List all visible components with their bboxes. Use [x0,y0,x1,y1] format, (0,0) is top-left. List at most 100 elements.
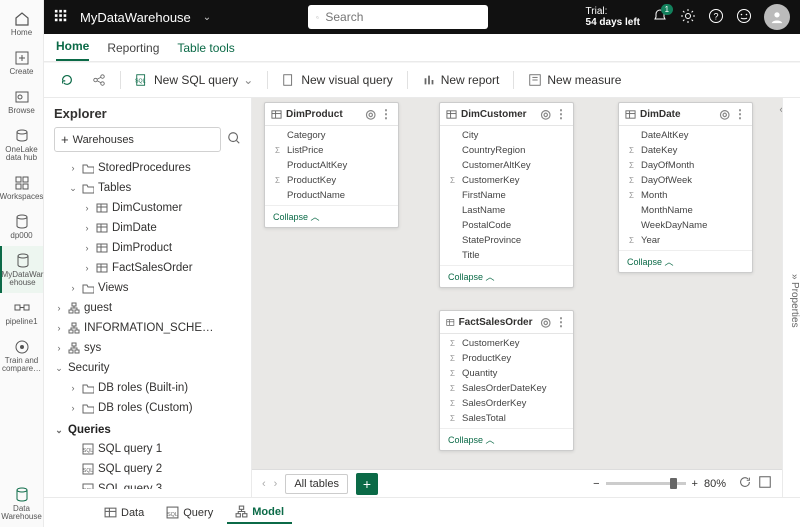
waffle-icon[interactable] [54,9,68,26]
nav-dp-[interactable]: dp000 [0,207,43,246]
new-visual-query-button[interactable]: New visual query [276,69,398,91]
notifications-icon[interactable]: 1 [652,8,668,27]
field[interactable]: Title [440,248,573,263]
chevron-down-icon[interactable]: ⌄ [203,12,211,23]
field[interactable]: ΣSalesOrderKey [440,396,573,411]
tree-dimcustomer[interactable]: ›DimCustomer [54,198,241,218]
field[interactable]: LastName [440,203,573,218]
view-tab-query[interactable]: SQLQuery [158,501,221,524]
field[interactable]: ΣMonth [619,188,752,203]
field[interactable]: ΣSalesOrderDateKey [440,381,573,396]
help-icon[interactable]: ? [708,8,724,27]
field[interactable]: ProductName [265,188,398,203]
settings-icon[interactable] [680,8,696,27]
nav-create[interactable]: Create [0,43,43,82]
refresh-button[interactable] [54,69,80,91]
collapse-button[interactable]: Collapse ︿ [265,205,398,227]
field[interactable]: ΣQuantity [440,366,573,381]
search-input[interactable] [325,10,480,24]
tree-queries-header[interactable]: ⌄Queries [54,418,241,439]
card-header[interactable]: FactSalesOrder◎⋮ [440,311,573,334]
add-tab-button[interactable]: + [356,473,378,495]
tree-views[interactable]: ›Views [54,278,241,298]
new-sql-query-button[interactable]: SQLNew SQL query ⌄ [129,69,259,91]
tree-sys[interactable]: ›sys [54,338,241,358]
search-box[interactable] [308,5,488,29]
nav-data-warehouse[interactable]: Data Warehouse [0,480,43,527]
chevron-left-icon[interactable]: ‹ [779,104,782,116]
tab-home[interactable]: Home [56,33,89,61]
tree-information-sche-[interactable]: ›INFORMATION_SCHE… [54,318,241,338]
new-measure-button[interactable]: New measure [522,69,627,91]
next-page-button[interactable]: › [274,478,278,490]
nav-home[interactable]: Home [0,4,43,43]
nav-mydatawar-ehouse[interactable]: MyDataWar ehouse [0,246,43,293]
nav-pipeline-[interactable]: pipeline1 [0,293,43,332]
table-card-factsalesorder[interactable]: FactSalesOrder◎⋮ΣCustomerKeyΣProductKeyΣ… [439,310,574,451]
field[interactable]: DateAltKey [619,128,752,143]
field[interactable]: CustomerAltKey [440,158,573,173]
share-button[interactable] [86,69,112,91]
user-avatar[interactable] [764,4,790,30]
collapse-button[interactable]: Collapse ︿ [440,428,573,450]
nav-workspaces[interactable]: Workspaces [0,168,43,207]
tree-dimdate[interactable]: ›DimDate [54,218,241,238]
field[interactable]: ΣProductKey [265,173,398,188]
workspace-title[interactable]: MyDataWarehouse [80,10,191,25]
field[interactable]: ΣDateKey [619,143,752,158]
tree-dimproduct[interactable]: ›DimProduct [54,238,241,258]
nav-onelake-data-hub[interactable]: OneLake data hub [0,121,43,168]
field[interactable]: ΣProductKey [440,351,573,366]
field[interactable]: MonthName [619,203,752,218]
field[interactable]: PostalCode [440,218,573,233]
field[interactable]: ProductAltKey [265,158,398,173]
eye-icon[interactable]: ◎ [541,108,551,120]
collapse-button[interactable]: Collapse ︿ [440,265,573,287]
eye-icon[interactable]: ◎ [720,108,730,120]
tree-storedprocedures[interactable]: ›StoredProcedures [54,158,241,178]
new-report-button[interactable]: New report [416,69,506,91]
eye-icon[interactable]: ◎ [541,316,551,328]
view-tab-model[interactable]: Model [227,501,292,524]
tab-table-tools[interactable]: Table tools [177,35,234,61]
tree-guest[interactable]: ›guest [54,298,241,318]
tree-db-roles-built-in-[interactable]: ›DB roles (Built-in) [54,378,241,398]
properties-panel-toggle[interactable]: » Properties [782,98,800,497]
tree-tables[interactable]: ⌄Tables [54,178,241,198]
card-header[interactable]: DimCustomer◎⋮ [440,103,573,126]
zoom-in-button[interactable]: + [692,478,698,490]
nav-train-and-compare-[interactable]: Train and compare… [0,332,43,379]
explorer-search-icon[interactable] [227,131,241,148]
feedback-icon[interactable] [736,8,752,27]
zoom-out-button[interactable]: − [593,478,599,490]
add-warehouse-button[interactable]: +Warehouses [54,127,221,152]
fullscreen-button[interactable] [758,475,772,492]
table-card-dimcustomer[interactable]: DimCustomer◎⋮CityCountryRegionCustomerAl… [439,102,574,288]
more-icon[interactable]: ⋮ [380,108,392,120]
field[interactable]: WeekDayName [619,218,752,233]
more-icon[interactable]: ⋮ [734,108,746,120]
field[interactable]: City [440,128,573,143]
zoom-slider[interactable] [606,482,686,485]
tree-factsalesorder[interactable]: ›FactSalesOrder [54,258,241,278]
prev-page-button[interactable]: ‹ [262,478,266,490]
eye-icon[interactable]: ◎ [366,108,376,120]
field[interactable]: ΣCustomerKey [440,173,573,188]
fit-to-page-button[interactable] [738,475,752,492]
field[interactable]: CountryRegion [440,143,573,158]
tree-security[interactable]: ⌄Security [54,358,241,378]
tree-db-roles-custom-[interactable]: ›DB roles (Custom) [54,398,241,418]
tree-query[interactable]: SQLSQL query 2 [54,459,241,479]
field[interactable]: FirstName [440,188,573,203]
table-card-dimdate[interactable]: DimDate◎⋮DateAltKeyΣDateKeyΣDayOfMonthΣD… [618,102,753,273]
more-icon[interactable]: ⋮ [555,108,567,120]
field[interactable]: ΣYear [619,233,752,248]
card-header[interactable]: DimDate◎⋮ [619,103,752,126]
field[interactable]: ΣCustomerKey [440,336,573,351]
field[interactable]: ΣDayOfMonth [619,158,752,173]
field[interactable]: ΣSalesTotal [440,411,573,426]
tab-reporting[interactable]: Reporting [107,35,159,61]
view-tab-data[interactable]: Data [96,501,152,524]
tree-query[interactable]: SQLSQL query 3 [54,479,241,489]
tree-query[interactable]: SQLSQL query 1 [54,439,241,459]
